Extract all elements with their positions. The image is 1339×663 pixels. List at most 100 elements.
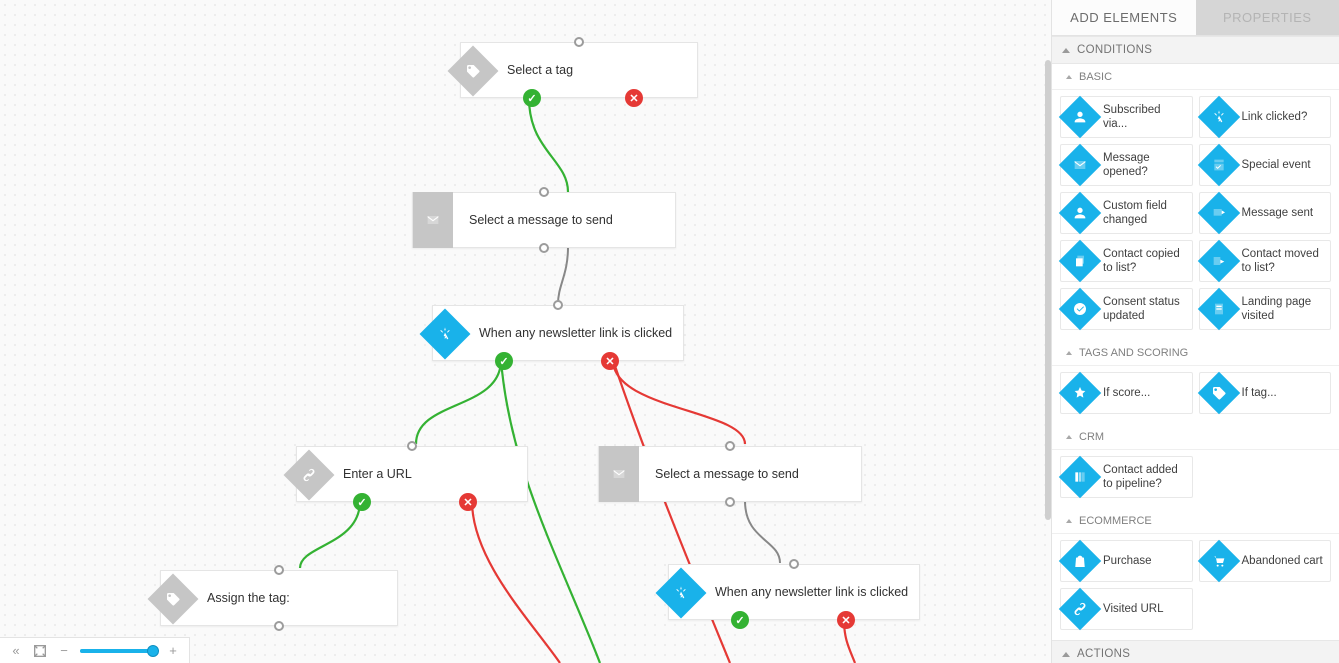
no-badge[interactable]: ✕ [837, 611, 855, 629]
palette-card-label: Abandoned cart [1242, 554, 1323, 568]
palette-card[interactable]: Link clicked? [1199, 96, 1332, 138]
subsection-label: ECOMMERCE [1079, 515, 1152, 527]
port-in[interactable] [274, 565, 284, 575]
palette-card[interactable]: Landing page visited [1199, 288, 1332, 330]
port-in[interactable] [553, 300, 563, 310]
node-select-tag[interactable]: Select a tag ✓ ✕ [460, 42, 698, 98]
port-in[interactable] [725, 441, 735, 451]
subsection-label: TAGS AND SCORING [1079, 347, 1188, 359]
palette-card[interactable]: Custom field changed [1060, 192, 1193, 234]
palette-card[interactable]: Special event [1199, 144, 1332, 186]
palette-card[interactable]: Visited URL [1060, 588, 1193, 630]
section-conditions[interactable]: CONDITIONS [1052, 36, 1339, 64]
mail-icon [599, 446, 639, 502]
person-icon [1059, 96, 1101, 138]
yes-badge[interactable]: ✓ [731, 611, 749, 629]
zoom-in-button[interactable]: + [165, 643, 181, 659]
subsection-ecom[interactable]: ECOMMERCE [1052, 508, 1339, 534]
page-icon [1197, 288, 1239, 330]
palette-crm: Contact added to pipeline? [1052, 450, 1339, 508]
yes-badge[interactable]: ✓ [495, 352, 513, 370]
link-icon [1059, 588, 1101, 630]
person-icon [1059, 192, 1101, 234]
tab-properties[interactable]: PROPERTIES [1196, 0, 1339, 36]
tag-icon [1197, 372, 1239, 414]
node-select-message-2[interactable]: Select a message to send [598, 446, 862, 502]
tab-add-elements[interactable]: ADD ELEMENTS [1052, 0, 1196, 36]
zoom-handle[interactable] [147, 645, 159, 657]
workflow-canvas[interactable]: Select a tag ✓ ✕ Select a message to sen… [0, 0, 1051, 663]
star-icon [1059, 372, 1101, 414]
palette-card[interactable]: Contact moved to list? [1199, 240, 1332, 282]
palette-card-label: Subscribed via... [1103, 103, 1186, 132]
node-link-clicked-2[interactable]: When any newsletter link is clicked ✓ ✕ [668, 564, 920, 620]
palette-basic: Subscribed via... Link clicked? Message op… [1052, 90, 1339, 340]
port-in[interactable] [539, 187, 549, 197]
port-in[interactable] [407, 441, 417, 451]
subsection-basic[interactable]: BASIC [1052, 64, 1339, 90]
palette-ecom: Purchase Abandoned cart Visited URL [1052, 534, 1339, 640]
click-icon [656, 568, 707, 619]
palette-card-label: Special event [1242, 158, 1311, 172]
palette-tags: If score... If tag... [1052, 366, 1339, 424]
palette-card[interactable]: Message sent [1199, 192, 1332, 234]
palette-card[interactable]: Subscribed via... [1060, 96, 1193, 138]
no-badge[interactable]: ✕ [625, 89, 643, 107]
palette-card-label: Contact copied to list? [1103, 247, 1186, 276]
palette-card-label: Message opened? [1103, 151, 1186, 180]
port-in[interactable] [574, 37, 584, 47]
node-select-message-1[interactable]: Select a message to send [412, 192, 676, 248]
port-out[interactable] [539, 243, 549, 253]
chevron-up-icon [1062, 652, 1070, 657]
move-icon [1197, 240, 1239, 282]
palette-card[interactable]: Abandoned cart [1199, 540, 1332, 582]
bag-icon [1059, 540, 1101, 582]
zoom-out-button[interactable]: − [56, 643, 72, 659]
link-icon [284, 450, 335, 501]
palette-card-label: If score... [1103, 386, 1150, 400]
no-badge[interactable]: ✕ [459, 493, 477, 511]
subsection-label: BASIC [1079, 71, 1112, 83]
subsection-crm[interactable]: CRM [1052, 424, 1339, 450]
palette-card[interactable]: Contact copied to list? [1060, 240, 1193, 282]
yes-badge[interactable]: ✓ [353, 493, 371, 511]
palette-card[interactable]: Contact added to pipeline? [1060, 456, 1193, 498]
sidebar: ADD ELEMENTS PROPERTIES CONDITIONS BASIC… [1051, 0, 1339, 663]
palette-scroll[interactable]: CONDITIONS BASIC Subscribed via... Link c… [1052, 36, 1339, 663]
no-badge[interactable]: ✕ [601, 352, 619, 370]
sidebar-tabs: ADD ELEMENTS PROPERTIES [1052, 0, 1339, 36]
node-label: When any newsletter link is clicked [433, 326, 688, 340]
palette-card[interactable]: Consent status updated [1060, 288, 1193, 330]
section-actions[interactable]: ACTIONS [1052, 640, 1339, 663]
node-label: When any newsletter link is clicked [669, 585, 924, 599]
port-out[interactable] [725, 497, 735, 507]
yes-badge[interactable]: ✓ [523, 89, 541, 107]
palette-card-label: Link clicked? [1242, 110, 1308, 124]
zoom-toolbar: « − + [0, 637, 190, 663]
node-link-clicked-1[interactable]: When any newsletter link is clicked ✓ ✕ [432, 305, 684, 361]
palette-card-label: Message sent [1242, 206, 1314, 220]
chevron-up-icon [1066, 519, 1072, 523]
port-out[interactable] [274, 621, 284, 631]
node-enter-url[interactable]: Enter a URL ✓ ✕ [296, 446, 528, 502]
click-icon [420, 309, 471, 360]
palette-card[interactable]: Purchase [1060, 540, 1193, 582]
node-assign-tag[interactable]: Assign the tag: [160, 570, 398, 626]
collapse-icon[interactable]: « [8, 643, 24, 659]
fit-icon[interactable] [32, 643, 48, 659]
click-icon [1197, 96, 1239, 138]
event-icon [1197, 144, 1239, 186]
zoom-slider[interactable] [80, 649, 157, 653]
subsection-tags[interactable]: TAGS AND SCORING [1052, 340, 1339, 366]
palette-card[interactable]: If score... [1060, 372, 1193, 414]
tag-icon [448, 46, 499, 97]
palette-card-label: If tag... [1242, 386, 1277, 400]
palette-card[interactable]: If tag... [1199, 372, 1332, 414]
palette-card-label: Contact moved to list? [1242, 247, 1325, 276]
copy-icon [1059, 240, 1101, 282]
palette-card-label: Purchase [1103, 554, 1152, 568]
chevron-up-icon [1066, 435, 1072, 439]
palette-card[interactable]: Message opened? [1060, 144, 1193, 186]
port-in[interactable] [789, 559, 799, 569]
cart-icon [1197, 540, 1239, 582]
